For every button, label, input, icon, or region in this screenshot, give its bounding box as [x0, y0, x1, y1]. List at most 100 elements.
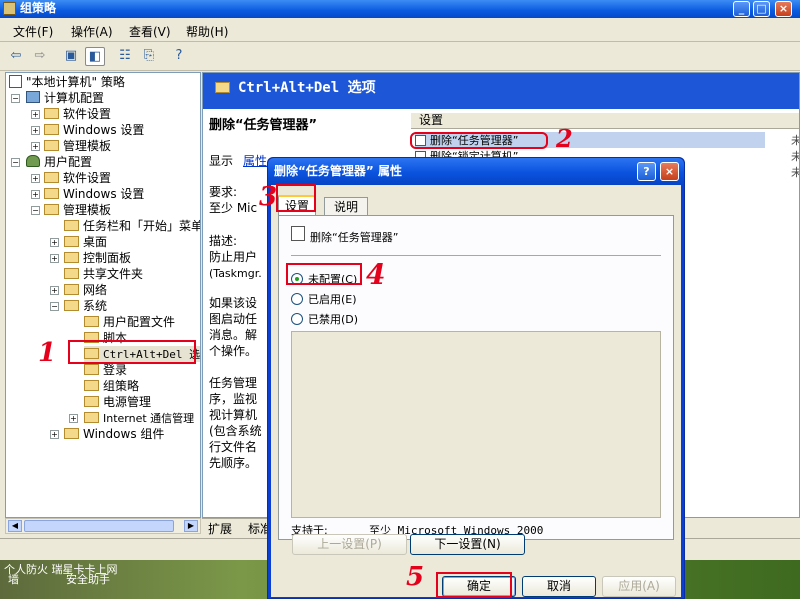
- menu-help[interactable]: 帮助(H): [186, 23, 228, 40]
- scroll-right-icon[interactable]: ▶: [184, 520, 198, 532]
- tree-item[interactable]: Internet 通信管理: [84, 410, 194, 426]
- tree-item[interactable]: 管理模板: [44, 138, 111, 154]
- highlight-box-2: [410, 132, 548, 149]
- policy-icon: [9, 75, 22, 88]
- options-area: [291, 331, 661, 518]
- radio-disabled[interactable]: [291, 313, 303, 325]
- tree-root[interactable]: "本地计算机" 策略: [9, 74, 125, 90]
- tab-explain[interactable]: 说明: [324, 197, 368, 216]
- help-icon[interactable]: ?: [169, 47, 189, 66]
- state-cell: 未: [791, 132, 799, 148]
- menu-file[interactable]: 文件(F): [13, 23, 53, 40]
- show-label: 显示: [209, 154, 234, 168]
- maximize-button[interactable]: □: [753, 1, 770, 17]
- folder-icon: [64, 284, 79, 295]
- scroll-thumb[interactable]: [24, 520, 174, 532]
- expand-icon[interactable]: +: [31, 126, 40, 135]
- state-cell: 未: [791, 148, 799, 164]
- export-list-icon[interactable]: ⎘: [139, 47, 159, 66]
- next-setting-button[interactable]: 下一设置(N): [410, 534, 525, 555]
- folder-icon: [64, 300, 79, 311]
- expand-icon[interactable]: +: [31, 174, 40, 183]
- tree-item[interactable]: 组策略: [84, 378, 139, 394]
- computer-icon: [26, 91, 40, 103]
- previous-setting-button[interactable]: 上一设置(P): [292, 534, 407, 555]
- dialog-body: 设置 说明 删除“任务管理器” 未配置(C) 已启用(E) 已禁用(D) 支持于…: [271, 185, 681, 597]
- expand-icon[interactable]: +: [50, 238, 59, 247]
- description-line: 序，监视: [209, 392, 258, 406]
- state-cell: 未: [791, 164, 799, 180]
- tree-item[interactable]: 控制面板: [64, 250, 131, 266]
- properties-link[interactable]: 属性: [243, 153, 267, 170]
- tree-item[interactable]: 系统: [64, 298, 107, 314]
- menu-view[interactable]: 查看(V): [129, 23, 171, 40]
- window-title: 组策略: [20, 1, 57, 15]
- minimize-button[interactable]: _: [733, 1, 750, 17]
- menu-action[interactable]: 操作(A): [71, 23, 113, 40]
- show-tree-icon[interactable]: ◧: [85, 47, 105, 66]
- tree-item[interactable]: Windows 设置: [44, 122, 144, 138]
- toolbar: ⇦ ⇨ ▣ ◧ ☷ ⎘ ?: [0, 43, 800, 71]
- tree-item[interactable]: 软件设置: [44, 106, 111, 122]
- tree-item[interactable]: Windows 设置: [44, 186, 144, 202]
- radio-label[interactable]: 已禁用(D): [308, 311, 358, 327]
- folder-icon: [64, 268, 79, 279]
- expand-icon[interactable]: +: [50, 286, 59, 295]
- tree-item[interactable]: 登录: [84, 362, 127, 378]
- close-button[interactable]: ×: [775, 1, 792, 17]
- help-button[interactable]: ?: [637, 162, 656, 181]
- description-line: (包含系统: [209, 424, 262, 438]
- expand-icon[interactable]: +: [50, 430, 59, 439]
- tree-computer-config[interactable]: 计算机配置: [26, 90, 104, 106]
- tree-horizontal-scrollbar[interactable]: ◀ ▶: [5, 518, 201, 534]
- tree-item[interactable]: 桌面: [64, 234, 107, 250]
- dialog-title: 删除“任务管理器” 属性: [274, 164, 402, 178]
- tree-item[interactable]: 网络: [64, 282, 107, 298]
- description-line: (Taskmgr.: [209, 267, 262, 280]
- separator: [291, 255, 661, 256]
- scroll-left-icon[interactable]: ◀: [8, 520, 22, 532]
- settings-column-header[interactable]: 设置: [411, 113, 799, 129]
- highlight-box-4: [286, 263, 362, 285]
- properties-icon[interactable]: ☷: [115, 47, 135, 66]
- requirements-text: 至少 Mic: [209, 201, 258, 215]
- cancel-button[interactable]: 取消: [522, 576, 596, 597]
- radio-label[interactable]: 已启用(E): [308, 291, 357, 307]
- tree-item[interactable]: 用户配置文件: [84, 314, 175, 330]
- up-folder-icon[interactable]: ▣: [61, 47, 81, 66]
- dialog-close-button[interactable]: ×: [660, 162, 679, 181]
- expand-icon[interactable]: +: [31, 190, 40, 199]
- description-line: 视计算机: [209, 408, 258, 422]
- tree-item[interactable]: Windows 组件: [64, 426, 164, 442]
- back-icon[interactable]: ⇦: [6, 47, 26, 66]
- radio-enabled[interactable]: [291, 293, 303, 305]
- expand-icon[interactable]: +: [50, 254, 59, 263]
- expand-icon[interactable]: +: [69, 414, 78, 423]
- apply-button[interactable]: 应用(A): [602, 576, 676, 597]
- tree-item[interactable]: 任务栏和「开始」菜单: [64, 218, 200, 234]
- tree-item[interactable]: 共享文件夹: [64, 266, 143, 282]
- desktop-icon-label: 安全助手: [66, 573, 110, 586]
- folder-icon: [64, 428, 79, 439]
- collapse-icon[interactable]: −: [50, 302, 59, 311]
- description-line: 行文件名: [209, 440, 258, 454]
- desktop-icon-label: 墙: [8, 573, 19, 586]
- pane-header: Ctrl+Alt+Del 选项: [203, 73, 799, 109]
- tree-item[interactable]: 管理模板: [44, 202, 111, 218]
- description-line: 先顺序。: [209, 456, 258, 470]
- collapse-icon[interactable]: −: [11, 158, 20, 167]
- expand-icon[interactable]: +: [31, 142, 40, 151]
- collapse-icon[interactable]: −: [11, 94, 20, 103]
- tree-item[interactable]: 软件设置: [44, 170, 111, 186]
- dialog-title-bar[interactable]: 删除“任务管理器” 属性: [268, 158, 684, 185]
- tab-extended[interactable]: 扩展: [208, 520, 232, 537]
- tree-user-config[interactable]: 用户配置: [26, 154, 92, 170]
- tree-item[interactable]: 电源管理: [84, 394, 151, 410]
- forward-icon[interactable]: ⇨: [30, 47, 50, 66]
- highlight-box-1: [68, 340, 196, 364]
- collapse-icon[interactable]: −: [31, 206, 40, 215]
- annotation-number: 1: [38, 338, 57, 368]
- expand-icon[interactable]: +: [31, 110, 40, 119]
- title-bar[interactable]: 组策略: [0, 0, 800, 18]
- description-line: 防止用户: [209, 250, 258, 264]
